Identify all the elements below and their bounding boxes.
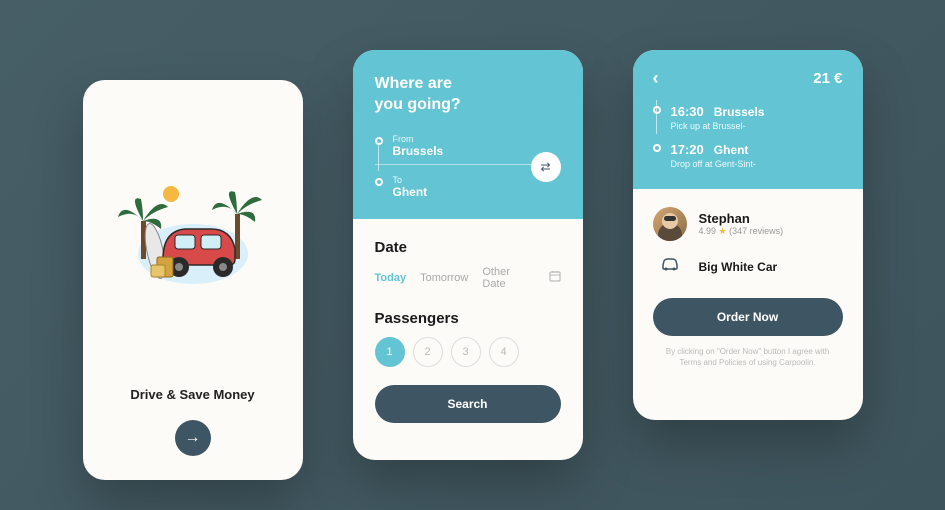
from-label: From — [393, 134, 561, 144]
date-title: Date — [375, 239, 561, 256]
dropoff-detail: Drop off at Gent-Sint- — [671, 159, 756, 169]
car-name: Big White Car — [699, 260, 778, 274]
pickup-city: Brussels — [714, 105, 765, 119]
dropoff-stop: 17:20 Ghent Drop off at Gent-Sint- — [653, 141, 843, 169]
swap-icon: ⇄ — [540, 160, 550, 174]
car-row: Big White Car — [653, 257, 843, 276]
pickup-time: 16:30 — [671, 104, 704, 119]
from-row[interactable]: From Brussels — [375, 134, 561, 158]
calendar-icon[interactable] — [549, 270, 561, 285]
arrow-right-icon: → — [185, 429, 201, 447]
passengers-title: Passengers — [375, 310, 561, 327]
pax-2[interactable]: 2 — [413, 337, 443, 367]
onboarding-card: Drive & Save Money → — [83, 80, 303, 480]
search-header: Where are you going? From Brussels To Gh… — [353, 50, 583, 219]
tagline: Drive & Save Money — [83, 387, 303, 402]
date-today[interactable]: Today — [375, 272, 407, 284]
pickup-dot-icon — [653, 106, 661, 114]
avatar — [653, 207, 687, 241]
driver-rating: 4.99 ★ (347 reviews) — [699, 226, 784, 237]
dropoff-time: 17:20 — [671, 142, 704, 157]
to-value: Ghent — [393, 185, 561, 199]
trip-header: ‹ 21 € 16:30 Brussels Pick up at Brussel-… — [633, 50, 863, 189]
route-selector: From Brussels To Ghent ⇄ — [375, 134, 561, 199]
star-icon: ★ — [719, 226, 727, 236]
heading: Where are you going? — [375, 74, 561, 116]
dropoff-dot-icon — [653, 144, 661, 152]
passenger-selector: 1 2 3 4 — [375, 337, 561, 367]
pickup-stop: 16:30 Brussels Pick up at Brussel- — [653, 103, 843, 131]
car-icon — [653, 257, 687, 276]
pax-3[interactable]: 3 — [451, 337, 481, 367]
to-row[interactable]: To Ghent — [375, 175, 561, 199]
search-card: Where are you going? From Brussels To Gh… — [353, 50, 583, 460]
driver-name: Stephan — [699, 211, 784, 226]
date-other[interactable]: Other Date — [482, 266, 534, 290]
next-button[interactable]: → — [175, 420, 211, 456]
route-line — [378, 144, 379, 171]
illustration — [83, 80, 303, 387]
swap-button[interactable]: ⇄ — [531, 152, 561, 182]
trip-detail-card: ‹ 21 € 16:30 Brussels Pick up at Brussel-… — [633, 50, 863, 420]
date-tomorrow[interactable]: Tomorrow — [420, 272, 468, 284]
date-options: Today Tomorrow Other Date — [375, 266, 561, 290]
order-button[interactable]: Order Now — [653, 298, 843, 336]
to-dot-icon — [375, 178, 383, 186]
pickup-detail: Pick up at Brussel- — [671, 121, 765, 131]
pax-4[interactable]: 4 — [489, 337, 519, 367]
chevron-left-icon: ‹ — [653, 68, 659, 88]
disclaimer: By clicking on "Order Now" button I agre… — [653, 346, 843, 368]
back-button[interactable]: ‹ — [653, 68, 659, 89]
search-button[interactable]: Search — [375, 385, 561, 423]
dropoff-city: Ghent — [714, 143, 749, 157]
pax-1[interactable]: 1 — [375, 337, 405, 367]
driver-row[interactable]: Stephan 4.99 ★ (347 reviews) — [653, 207, 843, 241]
price: 21 € — [813, 70, 842, 87]
